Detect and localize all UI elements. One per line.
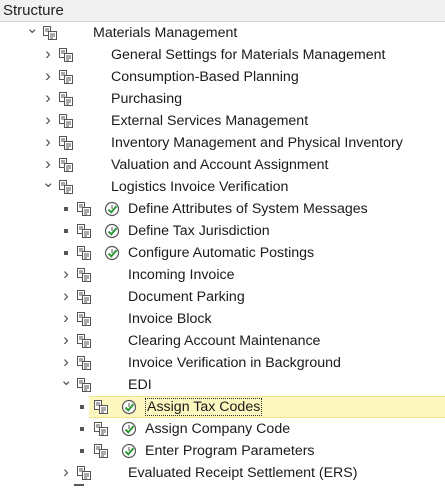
chevron-right-icon[interactable]: › (60, 462, 72, 484)
tree-node-row[interactable]: › Invoice Verification in Background (0, 352, 445, 374)
tree-item-label[interactable]: Invoice Verification in Background (128, 352, 341, 374)
tree-node-row[interactable]: ⌄ Logistics Invoice Verification (0, 175, 445, 198)
tree-item-label[interactable]: Define Attributes of System Messages (128, 198, 368, 220)
bullet-icon (64, 229, 68, 233)
bullet-icon (64, 207, 68, 211)
bullet-icon (64, 251, 68, 255)
document-tree-icon (76, 245, 92, 261)
selection-highlight (89, 396, 445, 418)
chevron-right-icon[interactable]: › (42, 88, 54, 110)
tree-item-label[interactable]: Document Parking (128, 286, 245, 308)
document-tree-icon (58, 113, 74, 129)
tree-item-label[interactable]: EDI (128, 374, 152, 396)
tree-item-label[interactable]: Invoice Block (128, 308, 212, 330)
bullet-icon (80, 405, 84, 409)
document-tree-icon (58, 157, 74, 173)
tree-item-label[interactable]: Consumption-Based Planning (111, 66, 299, 88)
chevron-right-icon[interactable]: › (60, 286, 72, 308)
chevron-down-icon[interactable]: ⌄ (60, 373, 73, 396)
tree-node-row[interactable]: › Consumption-Based Planning (0, 66, 445, 88)
tree-activity-row[interactable]: Configure Automatic Postings (0, 242, 445, 264)
tree-item-label[interactable]: Materials Management (93, 22, 237, 44)
tree-node-row[interactable]: › Valuation and Account Assignment (0, 154, 445, 176)
document-tree-icon (58, 179, 74, 195)
structure-title: Structure (3, 2, 64, 19)
tree-item-label[interactable]: Clearing Account Maintenance (128, 330, 320, 352)
tree-item-label[interactable]: Assign Company Code (145, 418, 290, 440)
document-tree-icon (76, 201, 92, 217)
chevron-right-icon[interactable]: › (42, 110, 54, 132)
tree-node-row[interactable]: › Purchasing (0, 88, 445, 110)
tree-node-row[interactable]: › Document Parking (0, 286, 445, 308)
document-tree-icon (76, 377, 92, 393)
tree-node-row[interactable]: › Clearing Account Maintenance (0, 330, 445, 352)
tree-item-label[interactable]: Assign Tax Codes (145, 396, 263, 418)
document-tree-icon (76, 289, 92, 305)
tree-item-label[interactable]: General Settings for Materials Managemen… (111, 44, 385, 66)
tree-item-label[interactable]: Define Tax Jurisdiction (128, 220, 270, 242)
document-tree-icon (93, 421, 109, 437)
bullet-icon (80, 427, 84, 431)
chevron-right-icon[interactable]: › (60, 264, 72, 286)
chevron-right-icon[interactable]: › (42, 132, 54, 154)
clock-check-icon[interactable] (121, 399, 137, 415)
clock-check-icon[interactable] (104, 245, 120, 261)
tree-node-row[interactable]: › External Services Management (0, 110, 445, 132)
tree-node-row[interactable]: ⌄ EDI (0, 373, 445, 396)
chevron-right-icon[interactable]: › (42, 66, 54, 88)
tree-activity-row[interactable]: Enter Program Parameters (0, 440, 445, 462)
chevron-right-icon[interactable]: › (42, 154, 54, 176)
scroll-indicator (74, 484, 84, 486)
document-tree-icon (76, 355, 92, 371)
tree-node-row[interactable]: › Incoming Invoice (0, 264, 445, 286)
chevron-down-icon[interactable]: ⌄ (42, 175, 55, 198)
tree-item-label[interactable]: Inventory Management and Physical Invent… (111, 132, 403, 154)
tree-node-row[interactable]: › General Settings for Materials Managem… (0, 44, 445, 66)
tree-activity-row[interactable]: Assign Company Code (0, 418, 445, 440)
clock-check-icon[interactable] (121, 421, 137, 437)
document-tree-icon (76, 223, 92, 239)
document-tree-icon (76, 267, 92, 283)
tree-item-label[interactable]: Enter Program Parameters (145, 440, 315, 462)
tree-item-label[interactable]: Purchasing (111, 88, 182, 110)
document-tree-icon (58, 69, 74, 85)
document-tree-icon (58, 135, 74, 151)
tree-item-label[interactable]: External Services Management (111, 110, 308, 132)
chevron-down-icon[interactable]: ⌄ (26, 21, 39, 44)
document-tree-icon (93, 443, 109, 459)
bullet-icon (80, 449, 84, 453)
document-tree-icon (58, 47, 74, 63)
chevron-right-icon[interactable]: › (42, 44, 54, 66)
document-tree-icon (58, 91, 74, 107)
tree-activity-row[interactable]: Assign Tax Codes (0, 396, 445, 418)
document-tree-icon (76, 333, 92, 349)
document-tree-icon (76, 465, 92, 481)
tree-item-label[interactable]: Configure Automatic Postings (128, 242, 314, 264)
chevron-right-icon[interactable]: › (60, 308, 72, 330)
structure-header: Structure (0, 0, 445, 22)
tree-node-row[interactable]: › Inventory Management and Physical Inve… (0, 132, 445, 154)
chevron-right-icon[interactable]: › (60, 330, 72, 352)
tree-node-row[interactable]: › Evaluated Receipt Settlement (ERS) (0, 462, 445, 484)
document-tree-icon (93, 399, 109, 415)
tree-item-label[interactable]: Valuation and Account Assignment (111, 154, 328, 176)
tree-item-label[interactable]: Logistics Invoice Verification (111, 176, 288, 198)
document-tree-icon (76, 311, 92, 327)
clock-check-icon[interactable] (104, 201, 120, 217)
tree-activity-row[interactable]: Define Attributes of System Messages (0, 198, 445, 220)
chevron-right-icon[interactable]: › (60, 352, 72, 374)
tree-activity-row[interactable]: Define Tax Jurisdiction (0, 220, 445, 242)
clock-check-icon[interactable] (121, 443, 137, 459)
tree-item-label[interactable]: Incoming Invoice (128, 264, 234, 286)
clock-check-icon[interactable] (104, 223, 120, 239)
tree-node-row[interactable]: › Invoice Block (0, 308, 445, 330)
document-tree-icon (42, 25, 58, 41)
tree-item-label[interactable]: Evaluated Receipt Settlement (ERS) (128, 462, 357, 484)
tree-node-row[interactable]: ⌄ Materials Management (0, 21, 445, 44)
